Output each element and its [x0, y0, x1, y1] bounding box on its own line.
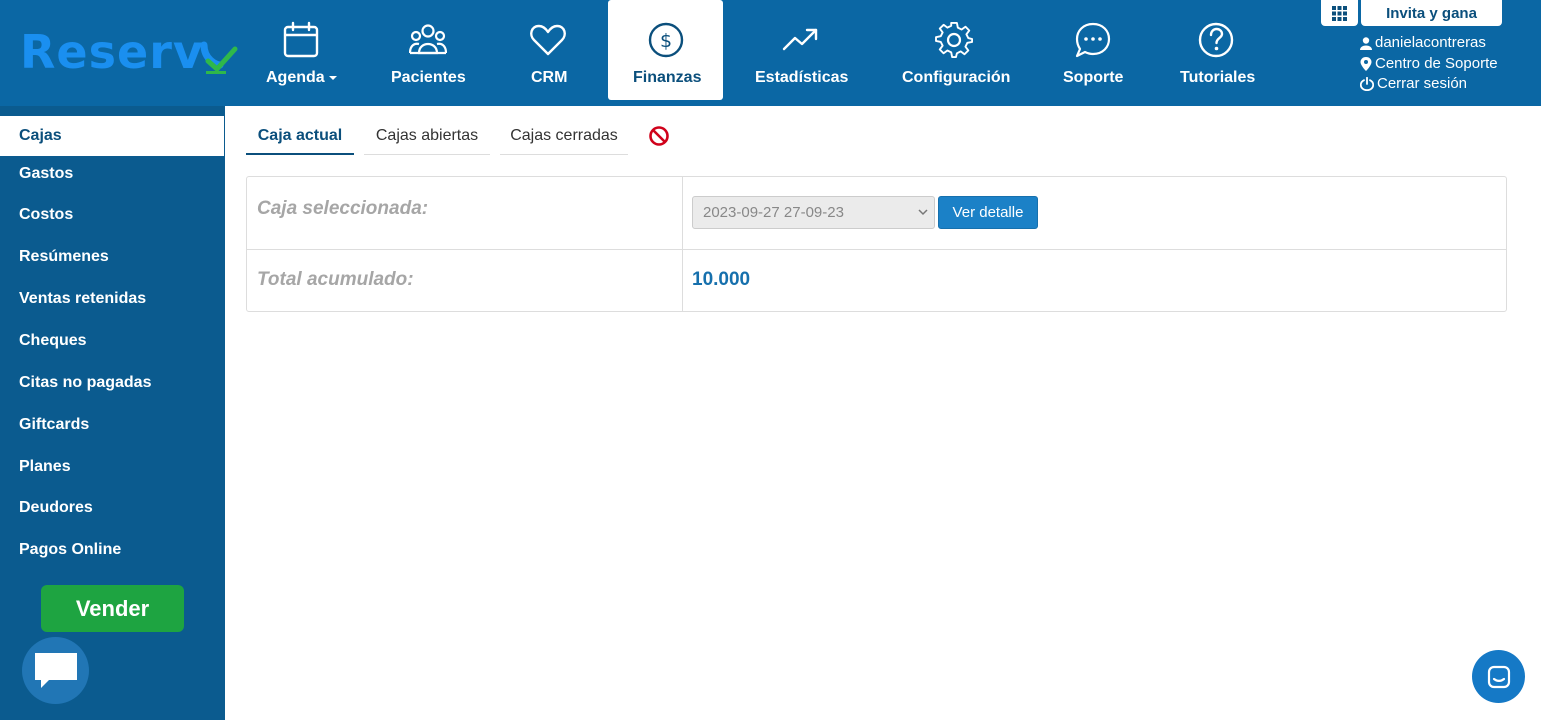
nav-crm-label: CRM: [531, 69, 568, 86]
nav-configuracion-label: Configuración: [902, 69, 1011, 86]
chevron-down-icon: [918, 209, 928, 216]
nav-estadisticas[interactable]: Estadísticas: [750, 0, 852, 100]
support-center-link[interactable]: Centro de Soporte: [1360, 54, 1498, 75]
support-center-label: Centro de Soporte: [1375, 54, 1498, 72]
vender-button[interactable]: Vender: [41, 585, 184, 632]
caret-down-icon: [328, 75, 337, 80]
sidebar-item-costos[interactable]: Costos: [0, 195, 224, 235]
nav-soporte-label: Soporte: [1063, 69, 1124, 86]
logout-label: Cerrar sesión: [1377, 75, 1468, 92]
nav-pacientes[interactable]: Pacientes: [385, 0, 471, 100]
sidebar-item-cheques[interactable]: Cheques: [0, 321, 224, 361]
logo[interactable]: Reserv: [20, 24, 238, 80]
map-pin-icon: [1360, 56, 1372, 71]
sidebar-item-citas-no-pagadas[interactable]: Citas no pagadas: [0, 363, 224, 403]
sidebar-item-ventas-retenidas[interactable]: Ventas retenidas: [0, 279, 224, 319]
user-icon: [1360, 37, 1372, 50]
chat-widget-button[interactable]: [22, 637, 89, 704]
trend-up-icon: [782, 28, 818, 51]
nav-finanzas[interactable]: $ Finanzas: [608, 0, 723, 100]
sidebar-item-cajas[interactable]: Cajas: [0, 116, 224, 156]
sidebar-item-deudores[interactable]: Deudores: [0, 488, 224, 528]
svg-text:$: $: [660, 30, 672, 52]
user-links: danielacontreras Centro de Soporte Cerra…: [1360, 33, 1498, 95]
help-chat-launcher[interactable]: [1472, 650, 1525, 703]
nav-tutoriales[interactable]: Tutoriales: [1175, 0, 1257, 100]
caja-select[interactable]: 2023-09-27 27-09-23: [692, 196, 935, 229]
row-divider: [247, 249, 1506, 250]
tab-cajas-cerradas[interactable]: Cajas cerradas: [500, 118, 628, 155]
username-link[interactable]: danielacontreras: [1360, 33, 1498, 54]
nav-finanzas-label: Finanzas: [633, 69, 702, 86]
sidebar: Cajas Gastos Costos Resúmenes Ventas ret…: [0, 106, 225, 720]
caja-seleccionada-label: Caja seleccionada:: [257, 198, 429, 219]
username: danielacontreras: [1375, 34, 1486, 51]
apps-grid-button[interactable]: [1321, 0, 1358, 26]
ver-detalle-button[interactable]: Ver detalle: [938, 196, 1038, 229]
tab-cajas-abiertas[interactable]: Cajas abiertas: [364, 118, 490, 155]
app-root: Reserv Agenda Pacientes CRM $ Finanzas E…: [0, 0, 1541, 720]
sidebar-item-resumenes[interactable]: Resúmenes: [0, 237, 224, 277]
dollar-circle-icon: $: [648, 22, 684, 58]
logo-text: Reserv: [20, 25, 204, 79]
message-icon: [34, 652, 77, 688]
nav-tutoriales-label: Tutoriales: [1180, 69, 1256, 86]
tab-caja-actual[interactable]: Caja actual: [246, 118, 354, 155]
logout-link[interactable]: Cerrar sesión: [1360, 74, 1498, 95]
nav-crm[interactable]: CRM: [520, 0, 576, 100]
calendar-icon: [283, 21, 319, 58]
caja-panel: Caja seleccionada: 2023-09-27 27-09-23 V…: [246, 176, 1507, 312]
block-icon[interactable]: [648, 125, 670, 147]
users-icon: [409, 24, 447, 55]
nav-agenda[interactable]: Agenda: [253, 0, 349, 100]
invite-button[interactable]: Invita y gana: [1361, 0, 1502, 26]
power-icon: [1360, 77, 1374, 92]
chat-dots-icon: [1075, 22, 1111, 58]
sidebar-item-planes[interactable]: Planes: [0, 447, 224, 487]
nav-soporte[interactable]: Soporte: [1058, 0, 1128, 100]
logo-check-icon: [200, 41, 238, 74]
caja-select-value: 2023-09-27 27-09-23: [703, 204, 844, 221]
sidebar-item-giftcards[interactable]: Giftcards: [0, 405, 224, 445]
nav-pacientes-label: Pacientes: [391, 69, 466, 86]
nav-estadisticas-label: Estadísticas: [755, 69, 849, 86]
total-acumulado-value: 10.000: [692, 269, 751, 290]
sidebar-item-pagos-online[interactable]: Pagos Online: [0, 530, 224, 570]
nav-agenda-label: Agenda: [266, 69, 325, 86]
gear-icon: [935, 21, 973, 59]
chat-icon: [1487, 665, 1510, 688]
heart-icon: [530, 24, 566, 56]
total-acumulado-label: Total acumulado:: [257, 269, 414, 290]
top-bar: Reserv Agenda Pacientes CRM $ Finanzas E…: [0, 0, 1541, 106]
sidebar-item-gastos[interactable]: Gastos: [0, 154, 224, 194]
question-circle-icon: [1198, 22, 1234, 58]
grid-icon: [1332, 5, 1347, 21]
column-divider: [682, 177, 683, 311]
nav-configuracion[interactable]: Configuración: [898, 0, 1010, 100]
